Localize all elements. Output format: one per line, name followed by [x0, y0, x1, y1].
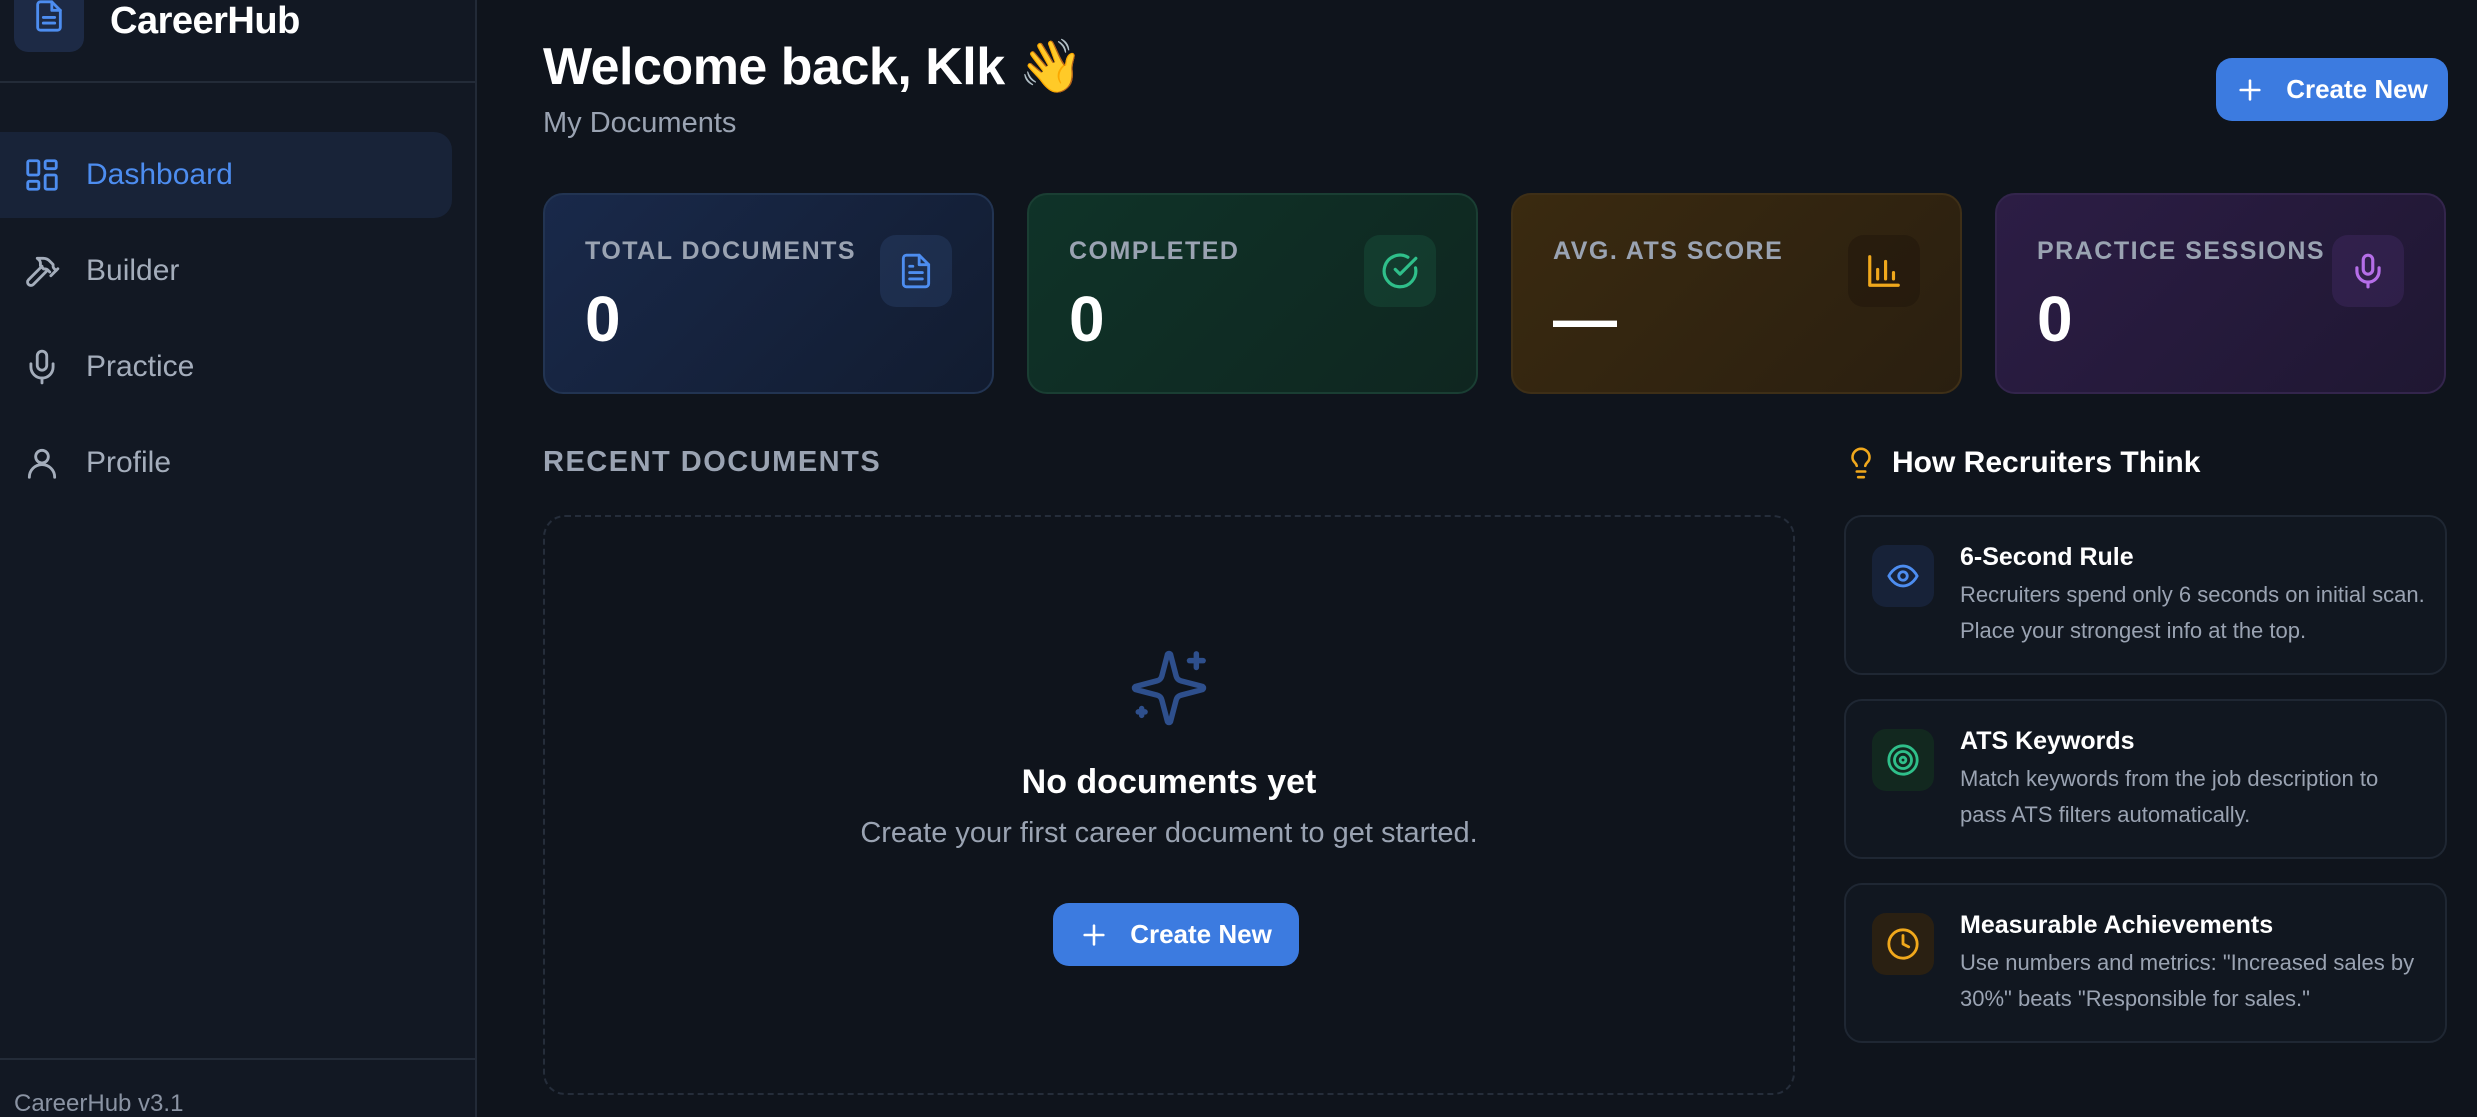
main-content: Welcome back, Klk 👋 My Documents Create … — [477, 0, 2477, 1117]
hammer-icon — [22, 251, 62, 291]
stat-card-completed: COMPLETED 0 — [1027, 193, 1478, 394]
document-icon — [880, 235, 952, 307]
sidebar: CareerHub Dashboard Builder Practice Pro… — [0, 0, 477, 1117]
lightbulb-icon — [1851, 447, 1871, 479]
create-new-label: Create New — [1130, 919, 1272, 949]
recent-documents-empty-state: No documents yet Create your first caree… — [543, 515, 1795, 1095]
sidebar-nav: Dashboard Builder Practice Profile — [0, 83, 475, 506]
empty-state-description: Create your first career document to get… — [860, 817, 1478, 849]
bar-chart-icon — [1848, 235, 1920, 307]
recent-documents-title: RECENT DOCUMENTS — [543, 446, 882, 478]
sidebar-item-label: Profile — [86, 446, 172, 479]
microphone-icon — [22, 347, 62, 387]
sidebar-item-label: Builder — [86, 254, 180, 287]
sidebar-item-practice[interactable]: Practice — [0, 324, 452, 410]
create-new-button[interactable]: Create New — [2216, 58, 2448, 121]
app-root: CareerHub Dashboard Builder Practice Pro… — [0, 0, 2477, 1117]
tip-title: 6-Second Rule — [1960, 543, 2134, 571]
tips-header: How Recruiters Think — [1844, 446, 2200, 480]
sparkles-icon — [1131, 650, 1207, 726]
clock-icon — [1872, 913, 1934, 975]
plus-icon — [2239, 78, 2261, 101]
tip-card-ats-keywords: ATS Keywords Match keywords from the job… — [1844, 699, 2447, 859]
page-subtitle: My Documents — [543, 107, 737, 139]
brand-name: CareerHub — [110, 0, 300, 42]
stat-card-avg-ats-score: AVG. ATS SCORE — — [1511, 193, 1962, 394]
tip-description: Match keywords from the job description … — [1960, 766, 2379, 827]
tip-card-6-second-rule: 6-Second Rule Recruiters spend only 6 se… — [1844, 515, 2447, 675]
page-title: Welcome back, Klk 👋 — [543, 38, 1083, 96]
user-icon — [22, 443, 62, 483]
stat-card-total-documents: TOTAL DOCUMENTS 0 — [543, 193, 994, 394]
brand: CareerHub — [0, 0, 475, 83]
stats-row: TOTAL DOCUMENTS 0 COMPLETED 0 AVG. ATS S… — [543, 193, 2446, 394]
tip-title: ATS Keywords — [1960, 727, 2135, 755]
tip-description: Recruiters spend only 6 seconds on initi… — [1960, 582, 2425, 643]
tip-description: Use numbers and metrics: "Increased sale… — [1960, 950, 2415, 1011]
sidebar-item-label: Dashboard — [86, 158, 233, 191]
microphone-icon — [2332, 235, 2404, 307]
tip-title: Measurable Achievements — [1960, 911, 2274, 939]
document-logo-icon — [14, 0, 84, 52]
plus-icon — [1083, 923, 1105, 946]
target-icon — [1872, 729, 1934, 791]
sidebar-item-profile[interactable]: Profile — [0, 420, 452, 506]
tip-card-measurable-achievements: Measurable Achievements Use numbers and … — [1844, 883, 2447, 1043]
eye-icon — [1872, 545, 1934, 607]
dashboard-icon — [22, 155, 62, 195]
sidebar-item-builder[interactable]: Builder — [0, 228, 452, 314]
create-new-label: Create New — [2286, 74, 2428, 104]
empty-state-title: No documents yet — [1021, 763, 1317, 801]
version-label: CareerHub v3.1 — [0, 1058, 475, 1117]
empty-state-create-new-button[interactable]: Create New — [1053, 903, 1299, 966]
check-circle-icon — [1364, 235, 1436, 307]
sidebar-item-label: Practice — [86, 350, 195, 383]
stat-card-practice-sessions: PRACTICE SESSIONS 0 — [1995, 193, 2446, 394]
sidebar-item-dashboard[interactable]: Dashboard — [0, 132, 452, 218]
tips-title: How Recruiters Think — [1892, 446, 2201, 479]
